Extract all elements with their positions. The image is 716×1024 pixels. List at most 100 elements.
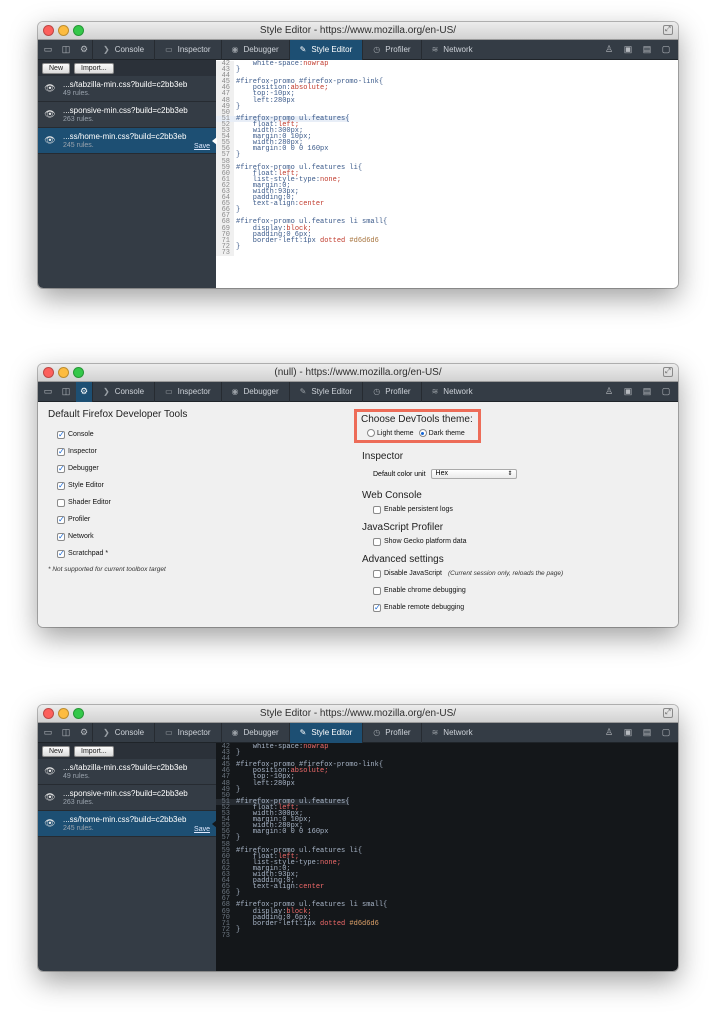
minimize-window-button[interactable] xyxy=(58,25,69,36)
save-link[interactable]: Save xyxy=(194,143,210,150)
tool-checkbox[interactable]: ✓ Inspector xyxy=(48,443,354,460)
responsive-icon[interactable]: ▢ xyxy=(658,382,674,402)
tool-checkbox[interactable]: ✓ Debugger xyxy=(48,460,354,477)
stylesheet-item-selected[interactable]: 👁 ...ss/home-min.css?build=c2bb3eb 245 ru… xyxy=(38,128,217,154)
css-editor[interactable]: 42 white-space:nowrap 43} 44 45 #firefox-pro… xyxy=(216,60,678,288)
tab-debugger[interactable]: ◉ Debugger xyxy=(220,39,289,60)
tool-checkbox[interactable]: ✓ Console xyxy=(48,426,354,443)
eye-icon[interactable]: 👁 xyxy=(41,135,59,146)
close-window-button[interactable] xyxy=(43,367,54,378)
chrome-debugging-checkbox[interactable]: Enable chrome debugging xyxy=(362,582,668,599)
save-link[interactable]: Save xyxy=(194,826,210,833)
3d-view-icon[interactable]: ▣ xyxy=(620,723,636,743)
split-icon[interactable]: ◫ xyxy=(58,382,74,402)
code-token: margin:0 0 0 160px xyxy=(236,145,329,154)
tab-inspector[interactable]: ▭ Inspector xyxy=(154,381,220,402)
tool-checkbox[interactable]: ✓ Style Editor xyxy=(48,477,354,494)
tab-style-editor[interactable]: ✎ Style Editor xyxy=(288,39,363,60)
tab-profiler[interactable]: ◷ Profiler xyxy=(362,39,420,60)
tab-profiler[interactable]: ◷ Profiler xyxy=(362,722,420,743)
tool-checkbox[interactable]: Shader Editor xyxy=(48,494,354,511)
maximize-window-button[interactable] xyxy=(73,367,84,378)
3d-view-icon[interactable]: ▣ xyxy=(620,382,636,402)
fullscreen-icon[interactable]: ⤢ xyxy=(663,25,673,35)
dock-icon[interactable]: ▭ xyxy=(40,40,56,60)
line-number: 73 xyxy=(216,249,234,256)
stylesheet-item[interactable]: 👁 ...s/tabzilla-min.css?build=c2bb3eb 49 … xyxy=(38,76,216,102)
paintflashing-icon[interactable]: ♙ xyxy=(601,40,617,60)
responsive-icon[interactable]: ▢ xyxy=(658,723,674,743)
gear-icon[interactable]: ⚙ xyxy=(76,723,92,743)
tab-console[interactable]: ❯ Console xyxy=(92,722,154,743)
responsive-icon[interactable]: ▢ xyxy=(658,40,674,60)
devtools-toolbar: ▭ ◫ ⚙ ❯ Console ▭ Inspector ◉ Debugger ✎ Sty… xyxy=(38,39,678,60)
close-window-button[interactable] xyxy=(43,25,54,36)
minimize-window-button[interactable] xyxy=(58,708,69,719)
color-unit-select[interactable]: Hex ⇕ xyxy=(430,469,517,479)
tab-network[interactable]: ≋ Network xyxy=(420,381,483,402)
eye-icon[interactable]: 👁 xyxy=(41,792,59,803)
fullscreen-icon[interactable]: ⤢ xyxy=(663,367,673,377)
split-icon[interactable]: ◫ xyxy=(58,40,74,60)
paintflashing-icon[interactable]: ♙ xyxy=(601,723,617,743)
maximize-window-button[interactable] xyxy=(73,25,84,36)
stylesheet-item[interactable]: 👁 ...sponsive-min.css?build=c2bb3eb 263 r… xyxy=(38,102,216,128)
import-button[interactable]: Import... xyxy=(74,62,114,74)
dark-theme-radio[interactable]: Dark theme xyxy=(418,429,465,437)
disable-js-checkbox[interactable]: Disable JavaScript (Current session only,… xyxy=(362,565,668,582)
stylesheet-item-selected[interactable]: 👁 ...ss/home-min.css?build=c2bb3eb 245 ru… xyxy=(38,811,217,837)
checkbox-icon xyxy=(373,505,381,514)
scratchpad-icon[interactable]: ▤ xyxy=(639,723,655,743)
eye-icon[interactable]: 👁 xyxy=(41,109,59,120)
dock-icon[interactable]: ▭ xyxy=(40,382,56,402)
fullscreen-icon[interactable]: ⤢ xyxy=(663,708,673,718)
tab-style-editor[interactable]: ✎ Style Editor xyxy=(288,722,363,743)
devtools-toolbar: ▭ ◫ ⚙ ❯ Console ▭ Inspector ◉ Debugger ✎ Sty… xyxy=(38,381,678,402)
tool-checkbox[interactable]: ✓ Network xyxy=(48,528,354,545)
tab-style-editor[interactable]: ✎ Style Editor xyxy=(288,381,363,402)
tab-profiler[interactable]: ◷ Profiler xyxy=(362,381,420,402)
stylesheet-item[interactable]: 👁 ...s/tabzilla-min.css?build=c2bb3eb 49 … xyxy=(38,759,216,785)
tab-debugger[interactable]: ◉ Debugger xyxy=(220,722,289,743)
persistent-logs-checkbox[interactable]: Enable persistent logs xyxy=(362,501,668,518)
gear-icon[interactable]: ⚙ xyxy=(76,381,92,402)
window-controls xyxy=(43,708,84,719)
tab-debugger[interactable]: ◉ Debugger xyxy=(220,381,289,402)
scratchpad-icon[interactable]: ▤ xyxy=(639,382,655,402)
tool-checkbox[interactable]: ✓ Scratchpad * xyxy=(48,545,354,562)
titlebar: Style Editor - https://www.mozilla.org/e… xyxy=(38,705,678,723)
gear-icon[interactable]: ⚙ xyxy=(76,40,92,60)
tab-network[interactable]: ≋ Network xyxy=(420,722,483,743)
tab-inspector[interactable]: ▭ Inspector xyxy=(154,722,220,743)
sidebar-toolbar: New Import... xyxy=(38,743,216,759)
default-tools-column: Default Firefox Developer Tools ✓ Console… xyxy=(48,402,354,627)
code-line[interactable]: 73 xyxy=(216,932,678,939)
tool-checkbox[interactable]: ✓ Profiler xyxy=(48,511,354,528)
disable-js-note: (Current session only, reloads the page) xyxy=(447,570,564,577)
tab-console[interactable]: ❯ Console xyxy=(92,381,154,402)
code-line[interactable]: 73 xyxy=(216,249,678,256)
css-editor[interactable]: 42 white-space:nowrap 43} 44 45 #firefox-pro… xyxy=(216,743,678,971)
radio-icon xyxy=(367,429,375,437)
3d-view-icon[interactable]: ▣ xyxy=(620,40,636,60)
new-button[interactable]: New xyxy=(42,745,71,757)
remote-debugging-checkbox[interactable]: ✓ Enable remote debugging xyxy=(362,599,668,616)
gecko-data-checkbox[interactable]: Show Gecko platform data xyxy=(362,533,668,550)
maximize-window-button[interactable] xyxy=(73,708,84,719)
tab-console[interactable]: ❯ Console xyxy=(92,39,154,60)
tab-inspector[interactable]: ▭ Inspector xyxy=(154,39,220,60)
eye-icon[interactable]: 👁 xyxy=(41,766,59,777)
stylesheet-item[interactable]: 👁 ...sponsive-min.css?build=c2bb3eb 263 r… xyxy=(38,785,216,811)
eye-icon[interactable]: 👁 xyxy=(41,818,59,829)
paintflashing-icon[interactable]: ♙ xyxy=(601,382,617,402)
light-theme-radio[interactable]: Light theme xyxy=(367,429,414,437)
split-icon[interactable]: ◫ xyxy=(58,723,74,743)
new-button[interactable]: New xyxy=(42,62,71,74)
scratchpad-icon[interactable]: ▤ xyxy=(639,40,655,60)
close-window-button[interactable] xyxy=(43,708,54,719)
minimize-window-button[interactable] xyxy=(58,367,69,378)
tab-network[interactable]: ≋ Network xyxy=(420,39,483,60)
eye-icon[interactable]: 👁 xyxy=(41,83,59,94)
dock-icon[interactable]: ▭ xyxy=(40,723,56,743)
import-button[interactable]: Import... xyxy=(74,745,114,757)
